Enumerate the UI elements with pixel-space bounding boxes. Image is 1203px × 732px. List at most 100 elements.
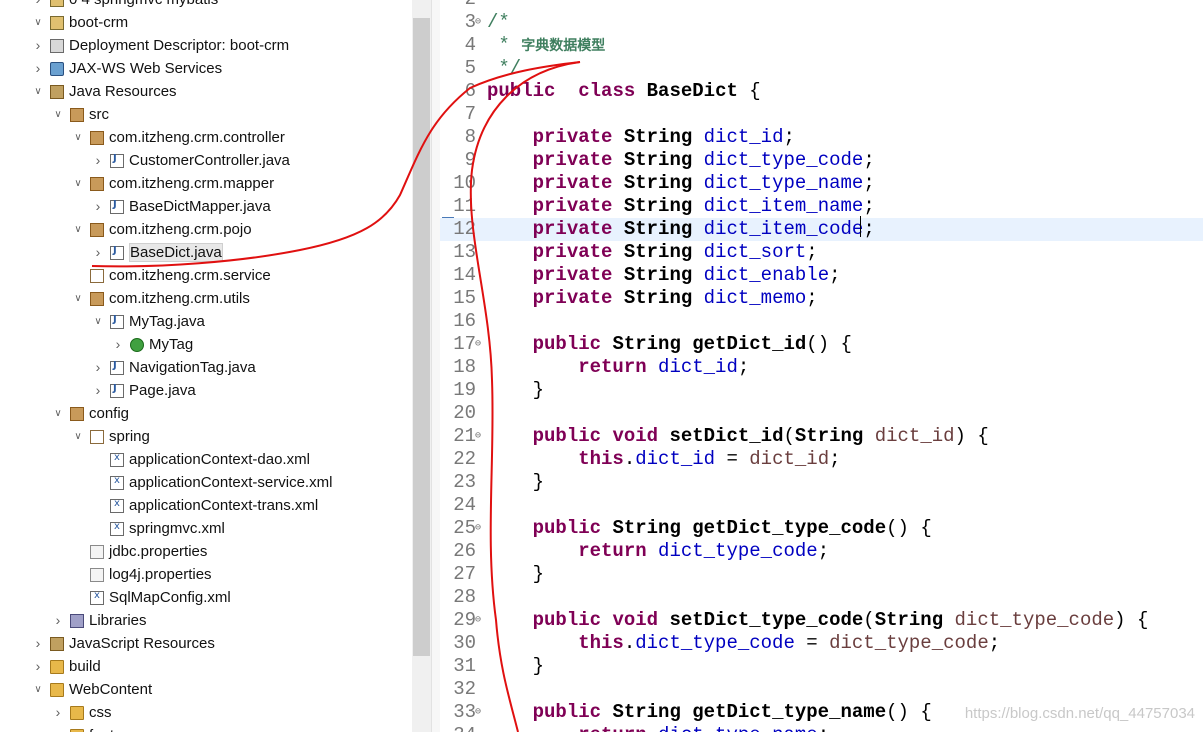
- code-line[interactable]: 19 }: [440, 379, 1203, 402]
- collapse-chevron-icon[interactable]: ∨: [32, 11, 44, 34]
- expand-chevron-icon[interactable]: ›: [92, 356, 104, 379]
- fold-minus-icon[interactable]: ⊖: [475, 425, 481, 448]
- code-line-current[interactable]: 12 private String dict_item_code;: [440, 218, 1203, 241]
- code-line[interactable]: 14 private String dict_enable;: [440, 264, 1203, 287]
- tree-item[interactable]: ∨ Java Resources: [0, 80, 412, 103]
- code-line[interactable]: 31 }: [440, 655, 1203, 678]
- code-line[interactable]: 28: [440, 586, 1203, 609]
- code-editor[interactable]: 23⊖/*4 * 字典数据模型5 */6public class BaseDic…: [440, 0, 1203, 732]
- tree-item[interactable]: jdbc.properties: [0, 540, 412, 563]
- code-line[interactable]: 21 ⊖ public void setDict_id(String dict_i…: [440, 425, 1203, 448]
- tree-item[interactable]: ∨ WebContent: [0, 678, 412, 701]
- code-line[interactable]: 18 return dict_id;: [440, 356, 1203, 379]
- code-line[interactable]: 16: [440, 310, 1203, 333]
- tree-item[interactable]: › BaseDictMapper.java: [0, 195, 412, 218]
- expand-chevron-icon[interactable]: ›: [32, 655, 44, 678]
- code-line[interactable]: 17 ⊖ public String getDict_id() {: [440, 333, 1203, 356]
- tree-item[interactable]: ∨ com.itzheng.crm.controller: [0, 126, 412, 149]
- expand-chevron-icon[interactable]: ›: [52, 701, 64, 724]
- expand-chevron-icon[interactable]: ›: [112, 333, 124, 356]
- code-line[interactable]: 10 private String dict_type_name;: [440, 172, 1203, 195]
- tree-item[interactable]: applicationContext-trans.xml: [0, 494, 412, 517]
- code-line[interactable]: 29 ⊖ public void setDict_type_code(String…: [440, 609, 1203, 632]
- tree-item[interactable]: › Libraries: [0, 609, 412, 632]
- fold-minus-icon[interactable]: ⊖: [475, 517, 481, 540]
- expand-chevron-icon[interactable]: ›: [92, 241, 104, 264]
- tree-item[interactable]: applicationContext-dao.xml: [0, 448, 412, 471]
- code-line[interactable]: 30 this.dict_type_code = dict_type_code;: [440, 632, 1203, 655]
- tree-item[interactable]: › JavaScript Resources: [0, 632, 412, 655]
- expand-chevron-icon[interactable]: ›: [52, 724, 64, 732]
- expand-chevron-icon[interactable]: ›: [92, 379, 104, 402]
- tree-item[interactable]: › CustomerController.java: [0, 149, 412, 172]
- tree-item[interactable]: › css: [0, 701, 412, 724]
- expand-chevron-icon[interactable]: ›: [52, 609, 64, 632]
- collapse-chevron-icon[interactable]: ∨: [32, 80, 44, 103]
- tree-item[interactable]: › JAX-WS Web Services: [0, 57, 412, 80]
- collapse-chevron-icon[interactable]: ∨: [92, 310, 104, 333]
- code-line[interactable]: 22 this.dict_id = dict_id;: [440, 448, 1203, 471]
- code-line[interactable]: 27 }: [440, 563, 1203, 586]
- tree-item[interactable]: SqlMapConfig.xml: [0, 586, 412, 609]
- code-line[interactable]: 34 return dict_type_name;: [440, 724, 1203, 732]
- tree-item[interactable]: ∨ com.itzheng.crm.utils: [0, 287, 412, 310]
- tree-vertical-scrollbar[interactable]: [412, 0, 431, 732]
- tree-item[interactable]: › build: [0, 655, 412, 678]
- fold-minus-icon[interactable]: ⊖: [475, 333, 481, 356]
- code-line[interactable]: 25 ⊖ public String getDict_type_code() {: [440, 517, 1203, 540]
- code-line[interactable]: 9 private String dict_type_code;: [440, 149, 1203, 172]
- collapse-chevron-icon[interactable]: ∨: [72, 218, 84, 241]
- tree-item[interactable]: com.itzheng.crm.service: [0, 264, 412, 287]
- fold-minus-icon[interactable]: ⊖: [475, 11, 481, 34]
- collapse-chevron-icon[interactable]: ∨: [52, 103, 64, 126]
- tree-item[interactable]: › 0 4 springmvc mybatis: [0, 0, 412, 11]
- collapse-chevron-icon[interactable]: ∨: [72, 287, 84, 310]
- tree-item[interactable]: › MyTag: [0, 333, 412, 356]
- expand-chevron-icon[interactable]: ›: [32, 632, 44, 655]
- collapse-chevron-icon[interactable]: ∨: [52, 402, 64, 425]
- expand-chevron-icon[interactable]: ›: [92, 195, 104, 218]
- code-line[interactable]: 32: [440, 678, 1203, 701]
- collapse-chevron-icon[interactable]: ∨: [72, 126, 84, 149]
- code-line[interactable]: 15 private String dict_memo;: [440, 287, 1203, 310]
- code-line[interactable]: 3 ⊖ /*: [440, 11, 1203, 34]
- tree-item[interactable]: › Deployment Descriptor: boot-crm: [0, 34, 412, 57]
- tree-item[interactable]: ∨ MyTag.java: [0, 310, 412, 333]
- tree-item[interactable]: › Page.java: [0, 379, 412, 402]
- tree-item[interactable]: ∨ src: [0, 103, 412, 126]
- expand-chevron-icon[interactable]: ›: [32, 34, 44, 57]
- tree-item[interactable]: log4j.properties: [0, 563, 412, 586]
- code-line[interactable]: 23 }: [440, 471, 1203, 494]
- tree-item[interactable]: ∨ spring: [0, 425, 412, 448]
- code-line[interactable]: 6 public class BaseDict {: [440, 80, 1203, 103]
- expand-chevron-icon[interactable]: ›: [92, 149, 104, 172]
- code-line[interactable]: 5 */: [440, 57, 1203, 80]
- tree-item[interactable]: › BaseDict.java: [0, 241, 412, 264]
- tree-item[interactable]: springmvc.xml: [0, 517, 412, 540]
- tree-item[interactable]: ∨ config: [0, 402, 412, 425]
- collapse-chevron-icon[interactable]: ∨: [32, 678, 44, 701]
- fold-minus-icon[interactable]: ⊖: [475, 701, 481, 724]
- code-line[interactable]: 7: [440, 103, 1203, 126]
- tree-item[interactable]: ∨ boot-crm: [0, 11, 412, 34]
- expand-chevron-icon[interactable]: ›: [32, 57, 44, 80]
- expand-chevron-icon[interactable]: ›: [32, 0, 44, 11]
- tree-item-label: com.itzheng.crm.mapper: [109, 175, 275, 192]
- scrollbar-thumb[interactable]: [413, 18, 430, 656]
- tree-item[interactable]: applicationContext-service.xml: [0, 471, 412, 494]
- code-line[interactable]: 8 private String dict_id;: [440, 126, 1203, 149]
- collapse-chevron-icon[interactable]: ∨: [72, 172, 84, 195]
- code-line[interactable]: 24: [440, 494, 1203, 517]
- tree-item[interactable]: › NavigationTag.java: [0, 356, 412, 379]
- tree-item[interactable]: ∨ com.itzheng.crm.pojo: [0, 218, 412, 241]
- code-line[interactable]: 2: [440, 0, 1203, 11]
- fold-minus-icon[interactable]: ⊖: [475, 609, 481, 632]
- tree-item[interactable]: ∨ com.itzheng.crm.mapper: [0, 172, 412, 195]
- code-line[interactable]: 4 * 字典数据模型: [440, 34, 1203, 57]
- code-line[interactable]: 13 private String dict_sort;: [440, 241, 1203, 264]
- code-line[interactable]: 26 return dict_type_code;: [440, 540, 1203, 563]
- code-line[interactable]: 11 private String dict_item_name;: [440, 195, 1203, 218]
- tree-item[interactable]: › fonts: [0, 724, 412, 732]
- code-line[interactable]: 20: [440, 402, 1203, 425]
- collapse-chevron-icon[interactable]: ∨: [72, 425, 84, 448]
